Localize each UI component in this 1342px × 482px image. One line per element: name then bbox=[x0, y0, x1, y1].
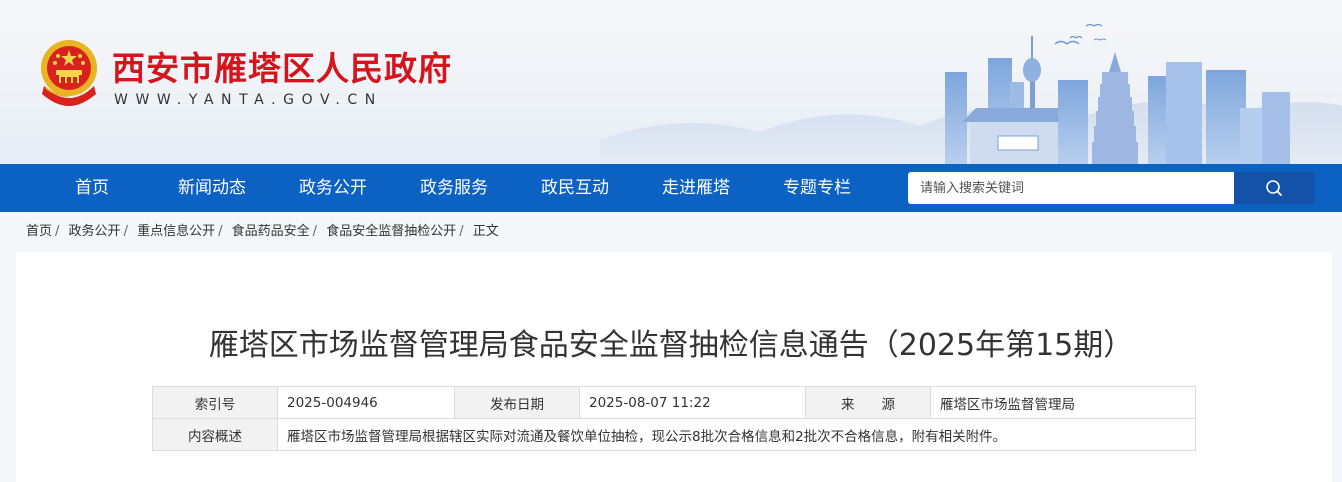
breadcrumb-separator: / bbox=[312, 224, 318, 239]
date-value: 2025-08-07 11:22 bbox=[579, 386, 806, 419]
summary-label: 内容概述 bbox=[152, 418, 278, 451]
search-input[interactable] bbox=[908, 172, 1234, 204]
meta-row: 索引号 2025-004946 发布日期 2025-08-07 11:22 来 … bbox=[152, 386, 1196, 419]
site-title[interactable]: 西安市雁塔区人民政府 bbox=[112, 42, 452, 90]
breadcrumb-current: 正文 bbox=[472, 224, 499, 239]
breadcrumb-inspection-disclosure[interactable]: 食品安全监督抽检公开 bbox=[326, 224, 456, 239]
national-emblem-icon[interactable] bbox=[36, 38, 102, 108]
site-url: WWW.YANTA.GOV.CN bbox=[114, 92, 383, 108]
nav-item-news[interactable]: 新闻动态 bbox=[164, 164, 260, 212]
breadcrumb-separator: / bbox=[218, 224, 223, 239]
site-header: 西安市雁塔区人民政府 WWW.YANTA.GOV.CN bbox=[0, 0, 1342, 164]
article-title: 雁塔区市场监督管理局食品安全监督抽检信息通告（2025年第15期） bbox=[208, 328, 1134, 363]
index-value: 2025-004946 bbox=[277, 386, 455, 419]
index-label: 索引号 bbox=[152, 386, 278, 419]
breadcrumb-separator: / bbox=[459, 224, 464, 239]
nav-item-interaction[interactable]: 政民互动 bbox=[527, 164, 623, 212]
nav-item-special-topics[interactable]: 专题专栏 bbox=[769, 164, 865, 212]
nav-item-gov-services[interactable]: 政务服务 bbox=[406, 164, 502, 212]
article-meta-table: 索引号 2025-004946 发布日期 2025-08-07 11:22 来 … bbox=[152, 386, 1196, 451]
meta-row: 内容概述 雁塔区市场监督管理局根据辖区实际对流通及餐饮单位抽检，现公示8批次合格… bbox=[152, 418, 1196, 451]
breadcrumb: 首页 / 政务公开 / 重点信息公开 / 食品药品安全 / 食品安全监督抽检公开 / 正文 bbox=[26, 222, 499, 242]
breadcrumb-separator: / bbox=[55, 224, 60, 239]
nav-item-gov-affairs[interactable]: 政务公开 bbox=[285, 164, 381, 212]
breadcrumb-food-drug-safety[interactable]: 食品药品安全 bbox=[232, 224, 310, 239]
breadcrumb-key-info[interactable]: 重点信息公开 bbox=[137, 224, 215, 239]
source-label: 来 源 bbox=[805, 386, 931, 419]
breadcrumb-home[interactable]: 首页 bbox=[26, 224, 52, 239]
breadcrumb-gov-affairs[interactable]: 政务公开 bbox=[69, 224, 121, 239]
nav-item-about-yanta[interactable]: 走进雁塔 bbox=[648, 164, 744, 212]
breadcrumb-separator: / bbox=[123, 224, 128, 239]
search-icon bbox=[1266, 180, 1282, 196]
nav-item-home[interactable]: 首页 bbox=[56, 164, 128, 212]
city-skyline-illustration bbox=[600, 23, 1342, 164]
source-value: 雁塔区市场监督管理局 bbox=[930, 386, 1196, 419]
summary-value: 雁塔区市场监督管理局根据辖区实际对流通及餐饮单位抽检，现公示8批次合格信息和2批… bbox=[277, 418, 1196, 451]
date-label: 发布日期 bbox=[454, 386, 580, 419]
search-button[interactable] bbox=[1234, 172, 1315, 204]
